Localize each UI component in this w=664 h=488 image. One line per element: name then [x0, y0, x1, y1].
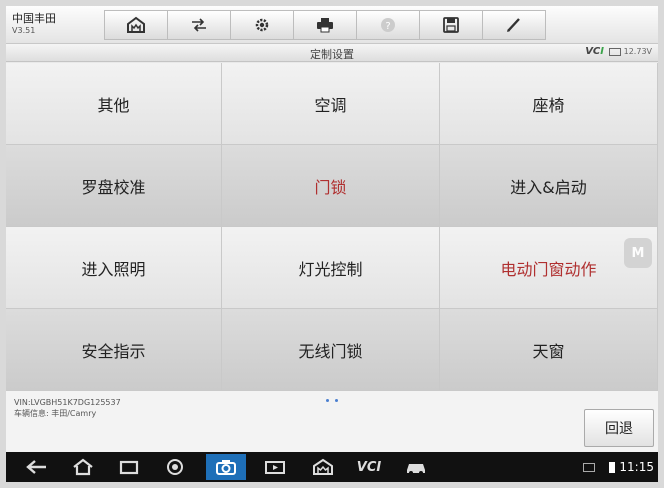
vci-prefix: VC	[585, 46, 601, 57]
title-bar: 定制设置 VCI 12.73V	[6, 44, 658, 62]
camera-icon	[216, 460, 236, 475]
vehicle-swap-icon	[192, 18, 206, 32]
vehicle-model-text: 车辆信息: 丰田/Camry	[14, 409, 97, 418]
home-button[interactable]	[104, 10, 168, 40]
car-icon	[407, 464, 425, 475]
print-button[interactable]	[293, 10, 357, 40]
menu-item-other[interactable]: 其他	[6, 63, 222, 145]
menu-item-label: 灯光控制	[298, 259, 363, 279]
brand: 中国丰田 V3.51	[12, 12, 56, 36]
vehicle-swap-button[interactable]	[167, 10, 231, 40]
clock: 11:15	[619, 460, 654, 474]
settings-gear-icon	[255, 18, 269, 32]
back-arrow-icon	[26, 460, 46, 474]
vin-text: VIN:LVGBH51K7DG125537	[14, 398, 121, 407]
page-dot	[335, 399, 338, 402]
nav-home-button[interactable]	[70, 457, 96, 477]
menu-item-security-indicator[interactable]: 安全指示	[6, 309, 222, 391]
status-area: 11:15	[583, 460, 654, 474]
battery-indicator: 12.73V	[608, 47, 652, 56]
menu-item-label: 无线门锁	[298, 341, 363, 361]
vehicle-info: VIN:LVGBH51K7DG125537 车辆信息: 丰田/Camry	[14, 397, 121, 419]
battery-voltage: 12.73V	[623, 47, 652, 56]
menu-item-label: 空调	[314, 95, 347, 115]
menu-item-label: 进入&启动	[510, 177, 587, 197]
app-title: 中国丰田	[12, 12, 56, 25]
print-icon	[317, 18, 333, 33]
battery-icon	[608, 47, 621, 56]
save-icon	[443, 17, 459, 33]
menu-item-label: 天窗	[532, 341, 565, 361]
menu-item-seat[interactable]: 座椅	[440, 63, 658, 145]
help-icon: ?	[381, 18, 395, 32]
app-version: V3.51	[12, 26, 36, 35]
vci-indicator: VCI	[585, 46, 604, 57]
video-icon	[265, 461, 285, 474]
page-dot	[326, 399, 329, 402]
menu-item-label: 门锁	[314, 177, 347, 197]
home-icon	[73, 458, 93, 476]
page-indicator	[326, 399, 338, 402]
nav-vci-button[interactable]: VCI	[352, 457, 386, 477]
menu-item-wireless-door-lock[interactable]: 无线门锁	[222, 309, 440, 391]
menu-item-entry-lighting[interactable]: 进入照明	[6, 227, 222, 309]
help-button[interactable]: ?	[356, 10, 420, 40]
edit-pen-icon	[507, 18, 520, 32]
menu-item-sunroof[interactable]: 天窗	[440, 309, 658, 391]
home-icon	[127, 16, 145, 33]
menu-item-label: 电动门窗动作	[500, 259, 597, 279]
android-nav-bar: VCI 11:15	[6, 452, 658, 482]
floating-side-tab[interactable]: M	[624, 238, 652, 268]
nav-vehicle-button[interactable]	[402, 457, 430, 477]
menu-item-label: 座椅	[532, 95, 565, 115]
back-button[interactable]: 回退	[584, 409, 654, 447]
save-button[interactable]	[419, 10, 483, 40]
vci-suffix: I	[600, 46, 604, 57]
footer: VIN:LVGBH51K7DG125537 车辆信息: 丰田/Camry 回退	[6, 391, 658, 452]
nav-camera-button[interactable]	[206, 454, 246, 480]
menu-item-compass-calibration[interactable]: 罗盘校准	[6, 145, 222, 227]
battery-status-icon	[609, 461, 616, 473]
recent-apps-icon	[119, 460, 139, 475]
side-tab-label: M	[631, 245, 645, 261]
menu-item-label: 安全指示	[81, 341, 146, 361]
nav-video-button[interactable]	[262, 457, 288, 477]
browser-icon	[167, 459, 183, 475]
menu-item-light-control[interactable]: 灯光控制	[222, 227, 440, 309]
menu-item-entry-start[interactable]: 进入&启动	[440, 145, 658, 227]
menu-item-label: 其他	[97, 95, 130, 115]
menu-item-label: 进入照明	[81, 259, 146, 279]
nav-back-button[interactable]	[24, 457, 50, 477]
page-title: 定制设置	[310, 48, 354, 61]
screen: 中国丰田 V3.51 ? 定制设置 VCI 12.73V 其他 空调 座椅 罗盘…	[6, 6, 658, 482]
nav-recent-button[interactable]	[116, 457, 142, 477]
edit-button[interactable]	[482, 10, 546, 40]
menu-item-label: 罗盘校准	[81, 177, 146, 197]
menu-item-air-conditioning[interactable]: 空调	[222, 63, 440, 145]
device-frame: 中国丰田 V3.51 ? 定制设置 VCI 12.73V 其他 空调 座椅 罗盘…	[0, 0, 664, 488]
svg-text:?: ?	[385, 21, 390, 32]
screenshot-icon	[583, 462, 596, 472]
maxisys-home-icon	[313, 458, 333, 475]
top-bar: 中国丰田 V3.51 ?	[6, 6, 658, 44]
custom-settings-menu: 其他 空调 座椅 罗盘校准 门锁 进入&启动 进入照明 灯光控制 电动门窗动作 …	[6, 63, 658, 391]
nav-browser-button[interactable]	[162, 457, 188, 477]
settings-button[interactable]	[230, 10, 294, 40]
toolbar: ?	[104, 10, 546, 40]
menu-item-door-lock[interactable]: 门锁	[222, 145, 440, 227]
nav-maxisys-home-button[interactable]	[310, 457, 336, 477]
